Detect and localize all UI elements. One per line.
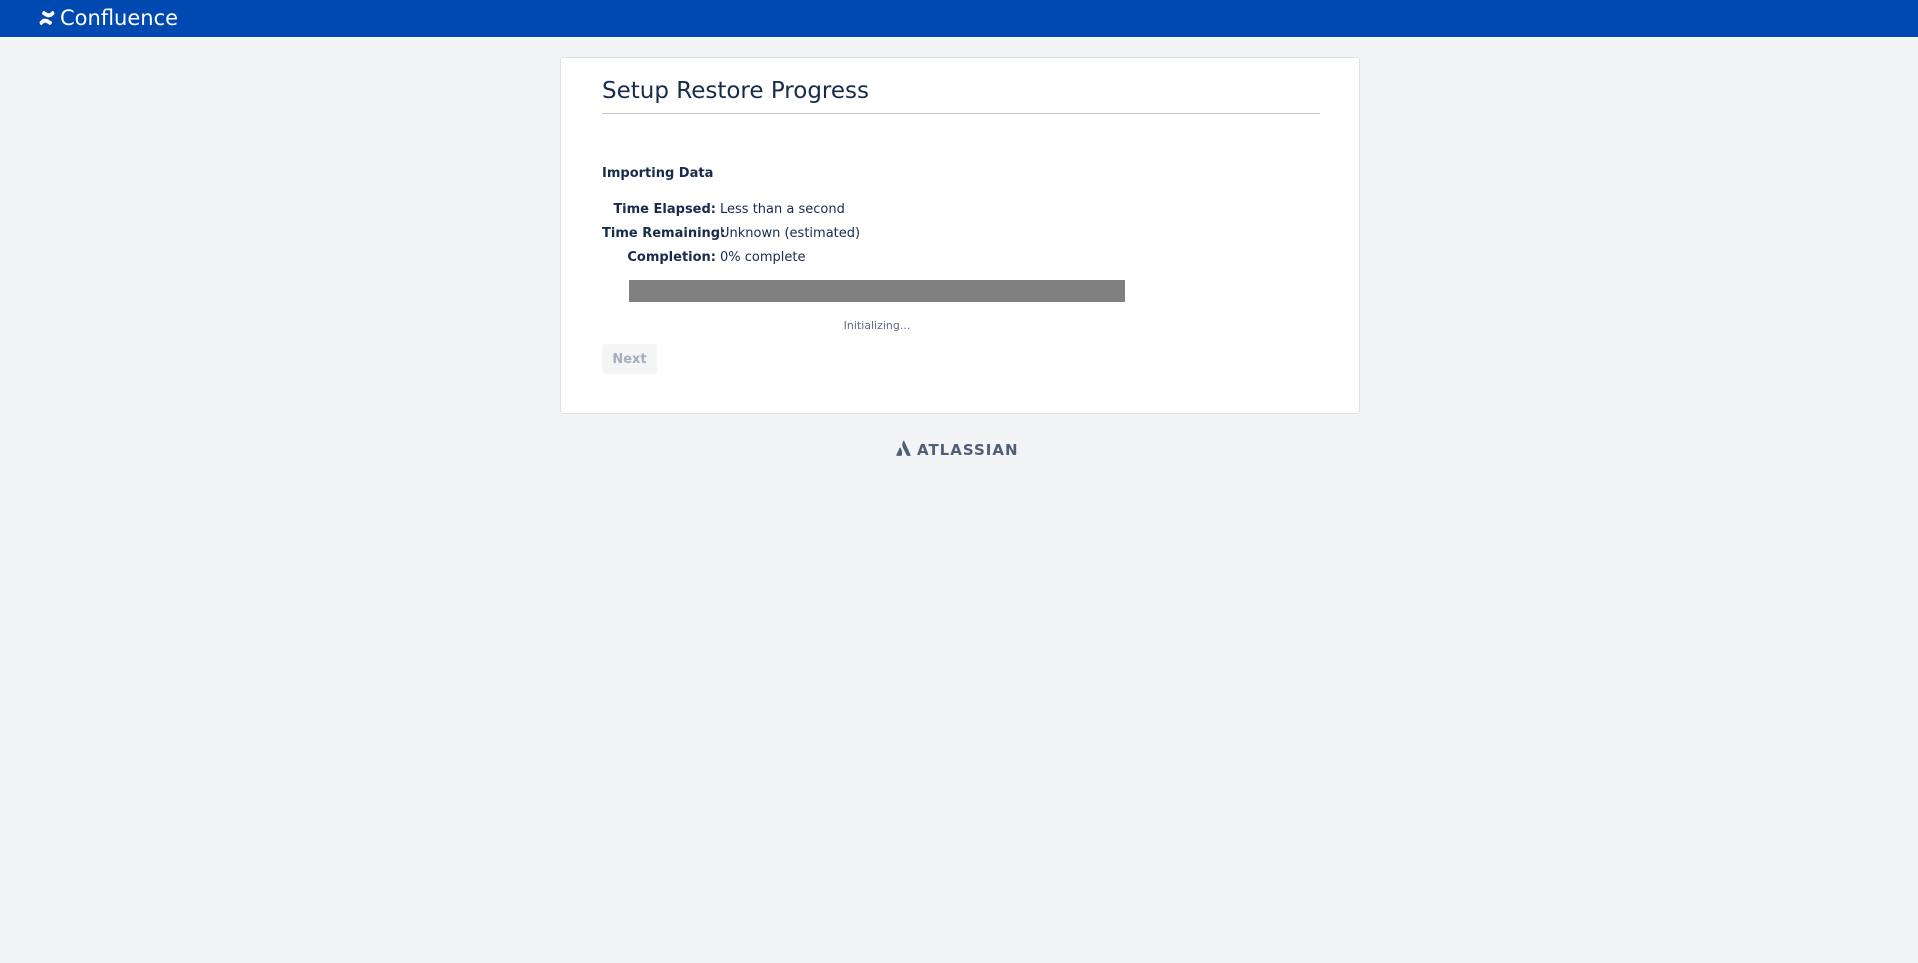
time-remaining-label: Time Remaining: [602, 226, 726, 241]
time-remaining-value: Unknown (estimated) [720, 226, 861, 241]
title-divider [602, 113, 1320, 114]
progress-status-text: Initializing... [843, 319, 911, 332]
brand-name: Confluence [60, 6, 179, 30]
progress-bar [629, 280, 1125, 302]
atlassian-footer-logo[interactable]: ATLASSIAN [896, 440, 1019, 460]
time-elapsed-value: Less than a second [720, 202, 845, 217]
atlassian-wordmark: ATLASSIAN [917, 441, 1019, 459]
stat-row-time-elapsed: Time Elapsed: Less than a second [602, 198, 860, 222]
atlassian-icon [896, 440, 911, 460]
section-heading: Importing Data [602, 166, 714, 181]
confluence-logo[interactable]: Confluence [39, 4, 178, 32]
stat-row-completion: Completion: 0% complete [602, 246, 860, 270]
completion-value: 0% complete [720, 250, 806, 265]
top-navigation-bar: Confluence [0, 0, 1918, 37]
next-button[interactable]: Next [602, 344, 657, 374]
restore-progress-panel: Setup Restore Progress Importing Data Ti… [560, 57, 1360, 414]
stat-row-time-remaining: Time Remaining: Unknown (estimated) [602, 222, 860, 246]
confluence-icon [39, 10, 55, 26]
completion-label: Completion: [627, 250, 716, 265]
time-elapsed-label: Time Elapsed: [613, 202, 716, 217]
progress-stats: Time Elapsed: Less than a second Time Re… [602, 198, 860, 270]
page-title: Setup Restore Progress [602, 78, 869, 104]
